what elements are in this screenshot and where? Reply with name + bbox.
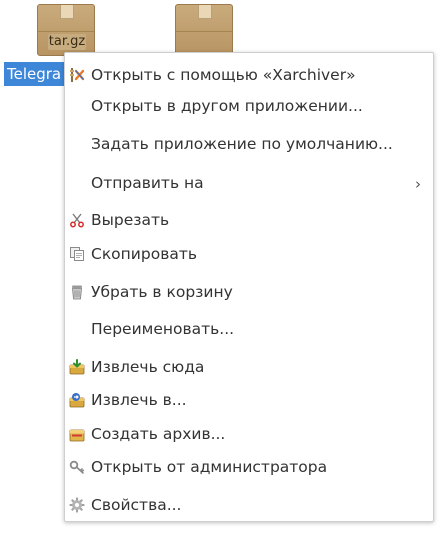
menu-item-label: Извлечь в... bbox=[91, 391, 187, 409]
xarchiver-icon bbox=[69, 67, 85, 83]
menu-item-label: Убрать в корзину bbox=[91, 283, 233, 301]
menu-item-label: Извлечь сюда bbox=[91, 358, 205, 376]
menu-item-open-with-other[interactable]: Открыть в другом приложении... bbox=[65, 91, 433, 121]
menu-item-set-default-app[interactable]: Задать приложение по умолчанию... bbox=[65, 129, 433, 159]
menu-item-label: Открыть с помощью «Xarchiver» bbox=[91, 66, 356, 84]
menu-item-label: Открыть в другом приложении... bbox=[91, 97, 363, 115]
trash-icon bbox=[69, 284, 85, 300]
file-type-badge: tar.gz bbox=[48, 34, 86, 50]
archive-file-icon[interactable] bbox=[175, 4, 233, 56]
menu-item-send-to[interactable]: Отправить на › bbox=[65, 168, 433, 198]
selected-file-label[interactable]: Telegra bbox=[4, 62, 64, 86]
create-archive-icon bbox=[69, 426, 85, 442]
menu-item-label: Переименовать... bbox=[91, 320, 235, 338]
extract-here-icon bbox=[69, 359, 85, 375]
menu-item-move-to-trash[interactable]: Убрать в корзину bbox=[65, 277, 433, 307]
menu-item-create-archive[interactable]: Создать архив... bbox=[65, 419, 433, 449]
copy-icon bbox=[69, 246, 85, 262]
archive-file-icon-tar-gz[interactable]: tar.gz bbox=[37, 4, 95, 56]
menu-item-label: Создать архив... bbox=[91, 425, 226, 443]
menu-item-label: Скопировать bbox=[91, 245, 197, 263]
scissors-icon bbox=[69, 212, 85, 228]
package-archive-icon: tar.gz bbox=[37, 4, 95, 56]
menu-item-label: Свойства... bbox=[91, 496, 182, 514]
menu-item-cut[interactable]: Вырезать bbox=[65, 205, 433, 235]
chevron-right-icon: › bbox=[415, 175, 421, 193]
key-icon bbox=[69, 459, 85, 475]
menu-item-rename[interactable]: Переименовать... bbox=[65, 314, 433, 344]
context-menu: Открыть с помощью «Xarchiver» Открыть в … bbox=[64, 52, 434, 522]
menu-item-copy[interactable]: Скопировать bbox=[65, 239, 433, 269]
extract-to-icon bbox=[69, 392, 85, 408]
package-archive-icon bbox=[175, 4, 233, 56]
menu-item-label: Отправить на bbox=[91, 174, 204, 192]
menu-item-open-as-admin[interactable]: Открыть от администратора bbox=[65, 452, 433, 482]
menu-item-properties[interactable]: Свойства... bbox=[65, 490, 433, 520]
menu-item-label: Вырезать bbox=[91, 211, 170, 229]
menu-item-label: Открыть от администратора bbox=[91, 458, 328, 476]
gear-icon bbox=[69, 497, 85, 513]
menu-item-label: Задать приложение по умолчанию... bbox=[91, 135, 393, 153]
menu-item-extract-to[interactable]: Извлечь в... bbox=[65, 385, 433, 415]
menu-item-extract-here[interactable]: Извлечь сюда bbox=[65, 352, 433, 382]
menu-item-open-with-xarchiver[interactable]: Открыть с помощью «Xarchiver» bbox=[65, 60, 433, 90]
